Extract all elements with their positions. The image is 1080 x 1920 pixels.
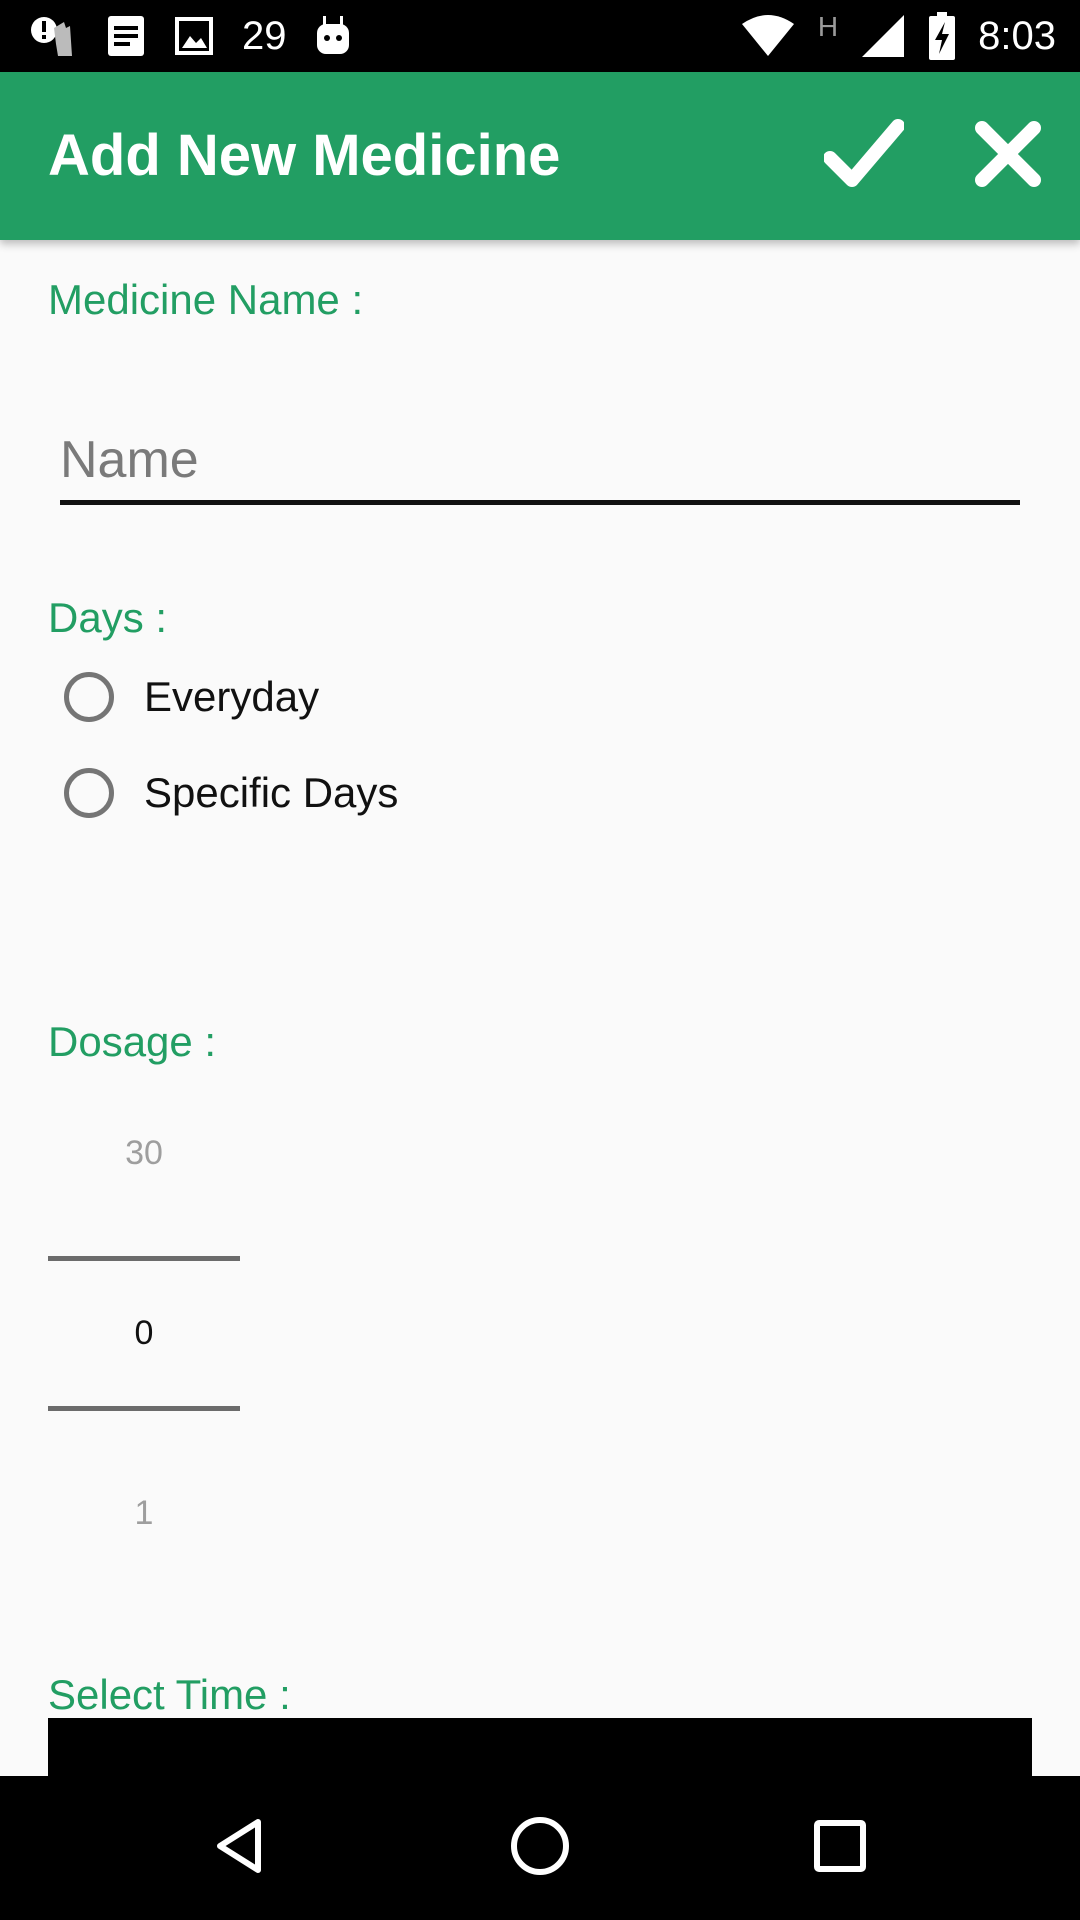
alert-person-icon bbox=[30, 14, 78, 58]
radio-specific-days-label: Specific Days bbox=[144, 769, 399, 816]
android-icon bbox=[315, 14, 351, 58]
image-icon bbox=[174, 16, 214, 56]
picker-selected-value[interactable]: 0 bbox=[48, 1314, 240, 1353]
picker-next-value[interactable]: 1 bbox=[48, 1494, 240, 1533]
network-type: H bbox=[817, 11, 839, 42]
dosage-number-picker[interactable]: 30 0 1 bbox=[48, 1090, 240, 1630]
picker-previous-value[interactable]: 30 bbox=[48, 1134, 240, 1173]
radio-specific-days[interactable]: Specific Days bbox=[64, 761, 398, 825]
notification-count: 29 bbox=[242, 13, 287, 58]
close-icon bbox=[972, 118, 1044, 194]
medicine-name-label: Medicine Name : bbox=[48, 276, 364, 323]
recents-icon bbox=[812, 1818, 868, 1878]
home-button[interactable] bbox=[490, 1798, 590, 1898]
battery-charging-icon bbox=[928, 12, 956, 60]
select-time-label: Select Time : bbox=[48, 1671, 291, 1718]
save-button[interactable] bbox=[816, 108, 912, 204]
cancel-button[interactable] bbox=[960, 108, 1056, 204]
clock: 8:03 bbox=[978, 13, 1056, 58]
picker-divider-bottom bbox=[48, 1406, 240, 1411]
app-bar: Add New Medicine bbox=[0, 72, 1080, 240]
document-icon bbox=[106, 14, 146, 58]
radio-everyday-label: Everyday bbox=[144, 673, 320, 720]
check-icon bbox=[823, 114, 905, 198]
signal-icon bbox=[860, 13, 906, 59]
radio-button-icon bbox=[64, 768, 114, 818]
dosage-label: Dosage : bbox=[48, 1018, 217, 1065]
medicine-name-input[interactable] bbox=[60, 420, 1020, 505]
status-bar-right: H 8:03 bbox=[740, 0, 1056, 72]
radio-everyday[interactable]: Everyday bbox=[64, 665, 319, 729]
picker-divider-top bbox=[48, 1256, 240, 1261]
back-icon bbox=[210, 1816, 270, 1880]
recents-button[interactable] bbox=[790, 1798, 890, 1898]
status-bar-left: 29 bbox=[30, 0, 351, 72]
back-button[interactable] bbox=[190, 1798, 290, 1898]
days-label: Days : bbox=[48, 594, 168, 641]
wifi-icon bbox=[740, 14, 796, 58]
page-title: Add New Medicine bbox=[48, 123, 561, 188]
navigation-bar bbox=[0, 1776, 1080, 1920]
radio-button-icon bbox=[64, 672, 114, 722]
home-icon bbox=[509, 1815, 571, 1881]
status-bar: 29 H 8:03 bbox=[0, 0, 1080, 72]
